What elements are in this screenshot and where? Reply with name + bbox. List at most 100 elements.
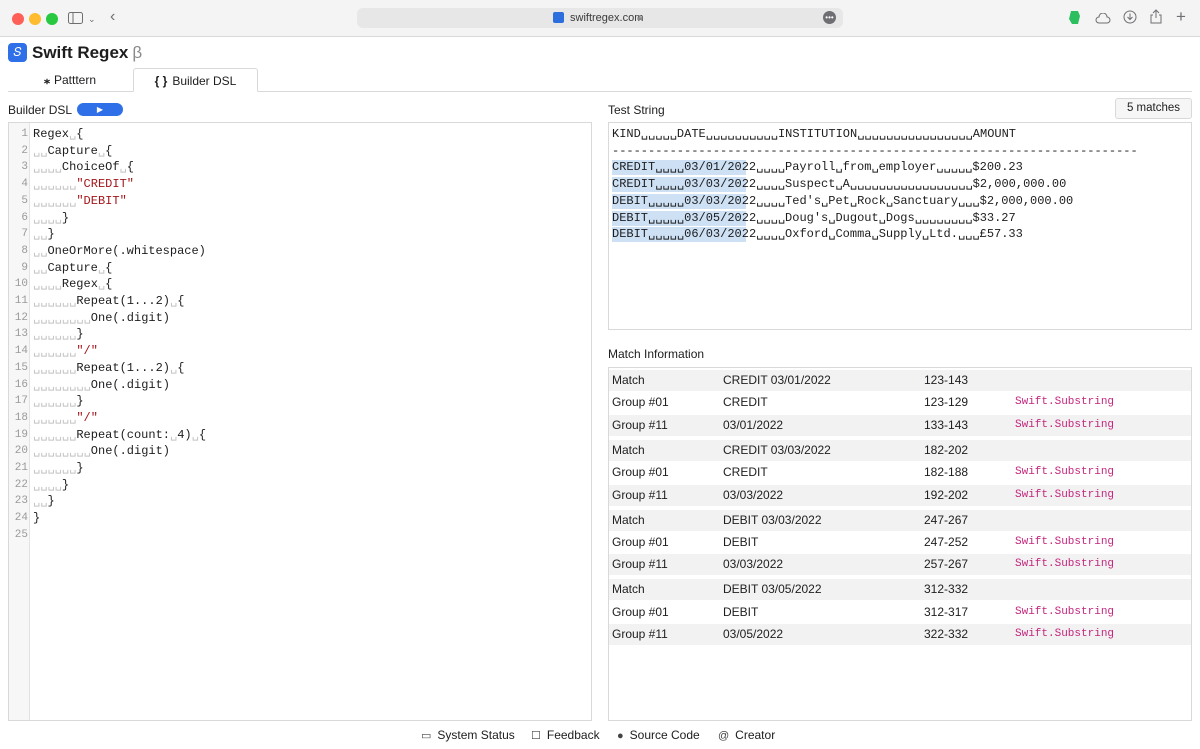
icloud-icon[interactable]	[1095, 11, 1111, 27]
share-icon[interactable]	[1150, 9, 1162, 27]
line-number: 15	[14, 361, 28, 374]
code-line[interactable]: 1 Regex␣{	[9, 126, 589, 143]
code-line[interactable]: 23 ␣␣}	[9, 493, 589, 510]
code-token: }	[33, 511, 41, 526]
whitespace-marker: ␣␣␣␣␣␣␣␣	[33, 310, 91, 325]
match-row[interactable]: Match DEBIT 03/03/2022 247-267	[609, 509, 1191, 531]
footer: ▭ System Status ☐ Feedback ● Source Code @ C…	[0, 724, 1200, 749]
whitespace-marker: ␣␣	[33, 494, 48, 509]
creator-link[interactable]: @ Creator	[718, 728, 775, 742]
code-line[interactable]: 6 ␣␣␣␣}	[9, 210, 589, 227]
at-icon: @	[718, 730, 730, 742]
download-icon[interactable]	[1123, 10, 1137, 27]
code-line[interactable]: 3 ␣␣␣␣ChoiceOf␣{	[9, 159, 589, 176]
system-status-link[interactable]: ▭ System Status	[421, 728, 515, 742]
code-line[interactable]: 13 ␣␣␣␣␣␣}	[9, 326, 589, 343]
code-line[interactable]: 7 ␣␣}	[9, 226, 589, 243]
code-token: }	[76, 394, 84, 409]
code-line[interactable]: 21 ␣␣␣␣␣␣}	[9, 460, 589, 477]
tab-pattern[interactable]: ⁎ Patttern	[8, 68, 132, 92]
match-information-label: Match Information	[608, 347, 705, 361]
match-row[interactable]: Match DEBIT 03/05/2022 312-332	[609, 579, 1191, 601]
code-token: One(.digit)	[90, 377, 171, 392]
test-line[interactable]: DEBIT␣␣␣␣␣06/03/2022␣␣␣␣Oxford␣Comma␣Sup…	[612, 226, 1023, 243]
tab-pattern-label: Patttern	[53, 73, 97, 87]
code-line[interactable]: 16 ␣␣␣␣␣␣␣␣One(.digit)	[9, 377, 589, 394]
back-icon[interactable]: ‹	[110, 9, 115, 25]
code-token: ChoiceOf	[61, 160, 120, 175]
line-number: 24	[14, 512, 28, 525]
code-line[interactable]: 10 ␣␣␣␣Regex␣{	[9, 276, 589, 293]
match-kind: Group #01	[612, 395, 669, 410]
code-line[interactable]: 2 ␣␣Capture␣{	[9, 143, 589, 160]
code-text: ␣␣␣␣␣␣"/"	[33, 343, 98, 360]
match-information-table: Match CREDIT 03/01/2022 123-143 Group #01 CR…	[608, 367, 1192, 721]
match-kind: Group #01	[612, 604, 669, 619]
group-row[interactable]: Group #11 03/05/2022 322-332 Swift.Substrin…	[609, 624, 1191, 646]
test-line[interactable]: CREDIT␣␣␣␣03/03/2022␣␣␣␣Suspect␣A␣␣␣␣␣␣␣…	[612, 176, 1066, 193]
group-row[interactable]: Group #11 03/03/2022 192-202 Swift.Substrin…	[609, 484, 1191, 506]
code-line[interactable]: 4 ␣␣␣␣␣␣"CREDIT"	[9, 176, 589, 193]
code-token: {	[177, 360, 185, 375]
code-editor[interactable]: 1 Regex␣{2 ␣␣Capture␣{3 ␣␣␣␣ChoiceOf␣{4 ␣␣␣␣…	[8, 122, 592, 721]
group-row[interactable]: Group #01 CREDIT 182-188 Swift.Substring	[609, 462, 1191, 483]
test-line[interactable]: KIND␣␣␣␣␣DATE␣␣␣␣␣␣␣␣␣␣INSTITUTION␣␣␣␣␣␣…	[612, 126, 1016, 143]
code-line[interactable]: 5 ␣␣␣␣␣␣"DEBIT"	[9, 193, 589, 210]
code-line[interactable]: 24}	[9, 510, 589, 527]
match-count-button[interactable]: 5 matches	[1115, 98, 1192, 119]
code-line[interactable]: 15 ␣␣␣␣␣␣Repeat(1...2)␣{	[9, 360, 589, 377]
string-literal: "CREDIT"	[76, 177, 134, 192]
code-line[interactable]: 18 ␣␣␣␣␣␣"/"	[9, 410, 589, 427]
feedback-link[interactable]: ☐ Feedback	[531, 728, 600, 742]
test-string-editor[interactable]: KIND␣␣␣␣␣DATE␣␣␣␣␣␣␣␣␣␣INSTITUTION␣␣␣␣␣␣…	[608, 122, 1192, 330]
url-text[interactable]: swiftregex.com	[570, 12, 643, 24]
code-line[interactable]: 25	[9, 527, 589, 544]
tab-bar: ⁎ Patttern { } Builder DSL	[8, 68, 1192, 92]
code-line[interactable]: 12 ␣␣␣␣␣␣␣␣One(.digit)	[9, 310, 589, 327]
evernote-icon[interactable]	[1068, 10, 1081, 28]
line-number: 1	[21, 128, 28, 140]
group-row[interactable]: Group #01 DEBIT 312-317 Swift.Substring	[609, 602, 1191, 623]
line-number: 2	[21, 144, 28, 157]
code-line[interactable]: 22 ␣␣␣␣}	[9, 477, 589, 494]
sidebar-icon[interactable]	[68, 11, 83, 27]
line-number: 13	[14, 328, 28, 341]
group-row[interactable]: Group #11 03/03/2022 257-267 Swift.Substrin…	[609, 554, 1191, 576]
code-line[interactable]: 20 ␣␣␣␣␣␣␣␣One(.digit)	[9, 443, 589, 460]
line-number: 16	[14, 378, 28, 391]
zoom-window-button[interactable]	[46, 13, 58, 25]
code-text: ␣␣␣␣␣␣Repeat(1...2)␣{	[33, 293, 184, 310]
code-line[interactable]: 14 ␣␣␣␣␣␣"/"	[9, 343, 589, 360]
test-line[interactable]: DEBIT␣␣␣␣␣03/03/2022␣␣␣␣Ted's␣Pet␣Rock␣S…	[612, 193, 1073, 210]
test-line[interactable]: ----------------------------------------…	[612, 143, 1138, 160]
match-row[interactable]: Match CREDIT 03/01/2022 123-143	[609, 370, 1191, 391]
code-text: ␣␣␣␣␣␣}	[33, 326, 84, 343]
match-range: 123-129	[924, 395, 969, 410]
line-number: 12	[14, 311, 28, 324]
minimize-window-button[interactable]	[29, 13, 41, 25]
match-type: Swift.Substring	[1015, 558, 1115, 571]
group-row[interactable]: Group #01 DEBIT 247-252 Swift.Substring	[609, 532, 1191, 553]
code-line[interactable]: 9 ␣␣Capture␣{	[9, 260, 589, 277]
more-icon[interactable]: •••	[823, 11, 836, 24]
tab-builder-dsl[interactable]: { } Builder DSL	[133, 68, 258, 92]
source-code-link[interactable]: ● Source Code	[617, 728, 700, 742]
test-line[interactable]: DEBIT␣␣␣␣␣03/05/2022␣␣␣␣Doug's␣Dugout␣Do…	[612, 210, 1016, 227]
code-line[interactable]: 17 ␣␣␣␣␣␣}	[9, 393, 589, 410]
new-tab-icon[interactable]: +	[1176, 8, 1186, 25]
group-row[interactable]: Group #01 CREDIT 123-129 Swift.Substring	[609, 392, 1191, 413]
line-number: 17	[14, 395, 28, 408]
chevron-down-icon[interactable]: ⌄	[88, 11, 96, 27]
code-line[interactable]: 19 ␣␣␣␣␣␣Repeat(count:␣4)␣{	[9, 427, 589, 444]
group-row[interactable]: Group #11 03/01/2022 133-143 Swift.Substrin…	[609, 414, 1191, 436]
code-line[interactable]: 8 ␣␣OneOrMore(.whitespace)	[9, 243, 589, 260]
run-button[interactable]: ▶	[77, 103, 123, 116]
code-text: }	[33, 510, 40, 527]
test-line[interactable]: CREDIT␣␣␣␣03/01/2022␣␣␣␣Payroll␣from␣emp…	[612, 159, 1023, 176]
code-line[interactable]: 11 ␣␣␣␣␣␣Repeat(1...2)␣{	[9, 293, 589, 310]
braces-icon: { }	[154, 74, 168, 88]
match-row[interactable]: Match CREDIT 03/03/2022 182-202	[609, 439, 1191, 461]
close-window-button[interactable]	[12, 13, 24, 25]
code-text: ␣␣␣␣␣␣Repeat(count:␣4)␣{	[33, 427, 206, 444]
source-code-label: Source Code	[629, 728, 700, 742]
